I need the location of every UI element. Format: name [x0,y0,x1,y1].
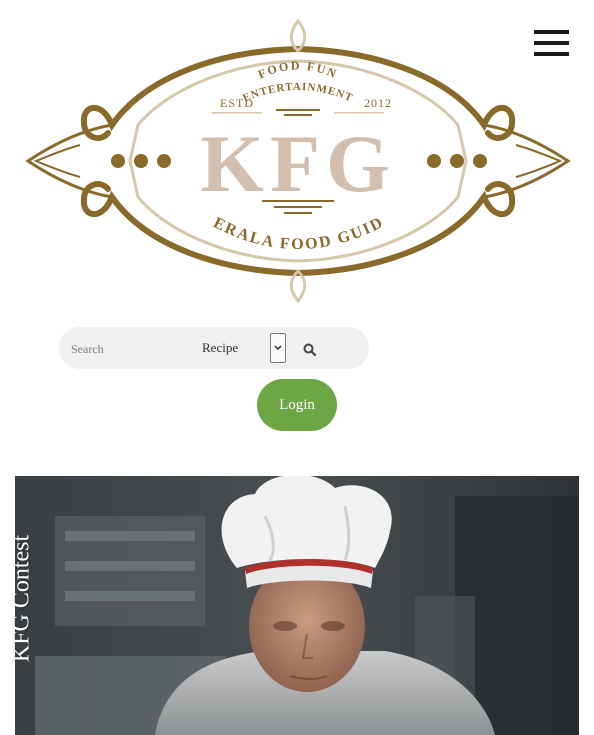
logo-estd-label: ESTD [220,96,254,110]
kfg-logo-emblem: FOOD FUN ENTERTAINMENT ESTD 2012 KFG KER… [15,2,571,304]
search-input[interactable] [69,337,188,361]
hero-banner[interactable] [15,476,579,735]
logo-monogram: KFG [200,118,396,209]
login-button[interactable]: Login [257,379,337,431]
search-bar: Recipe [59,327,369,369]
kfg-logo[interactable]: FOOD FUN ENTERTAINMENT ESTD 2012 KFG KER… [15,2,574,307]
chef-photo [15,476,579,735]
hero-title: KFG Contest [8,534,35,663]
logo-tagline-entertainment: ENTERTAINMENT [241,81,355,105]
category-selected-value: Recipe [202,340,239,355]
category-select[interactable]: Recipe [199,333,347,363]
search-icon [303,343,316,356]
search-button[interactable] [299,339,319,359]
logo-estd-year: 2012 [364,96,392,110]
chevron-down-icon[interactable] [270,333,286,363]
